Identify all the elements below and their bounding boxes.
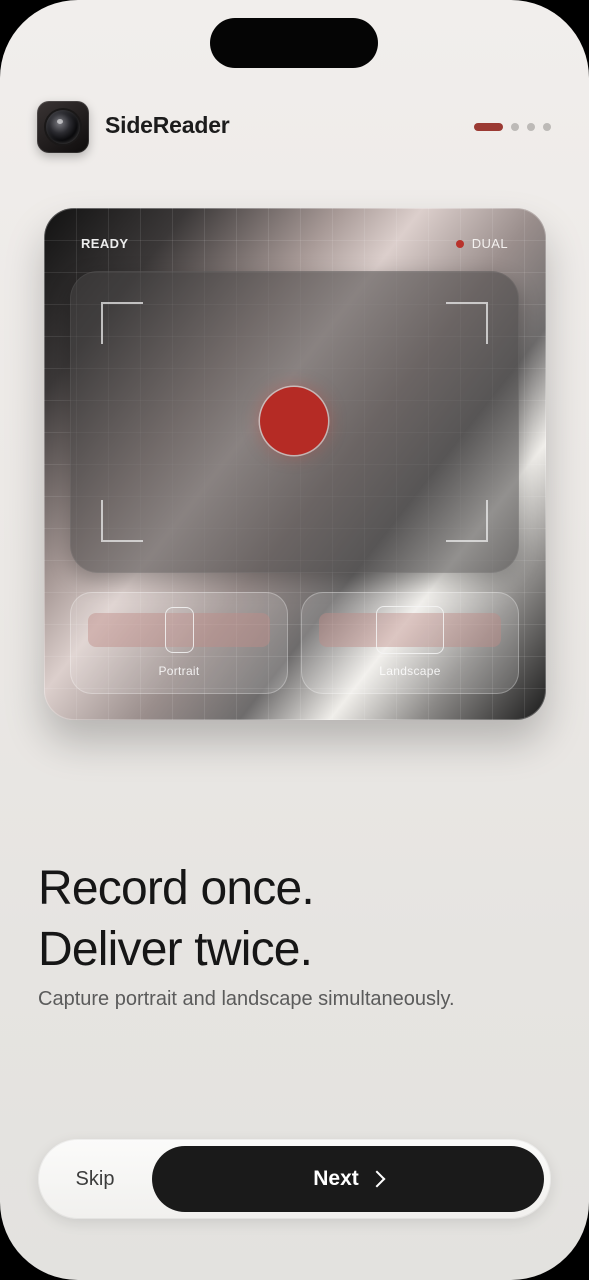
page-indicator-dot xyxy=(511,123,519,131)
headline-line-2: Deliver twice. xyxy=(38,923,313,976)
recording-dot-icon xyxy=(455,239,464,248)
focus-corner-top-left xyxy=(101,302,143,344)
onboarding-action-bar: Skip Next xyxy=(38,1139,551,1219)
app-name: SideReader xyxy=(105,112,230,138)
preview-status: READY xyxy=(81,236,129,251)
next-button[interactable]: Next xyxy=(152,1146,544,1212)
chevron-right-icon xyxy=(368,1170,386,1188)
mode-tile-landscape[interactable]: Landscape xyxy=(301,592,519,694)
dynamic-island xyxy=(210,18,378,68)
page-indicator-dot xyxy=(543,123,551,131)
mode-tile-portrait[interactable]: Portrait xyxy=(70,592,288,694)
next-button-label: Next xyxy=(313,1167,359,1190)
skip-button-label: Skip xyxy=(75,1167,115,1190)
camera-preview-card: READY DUAL Portrait Landscape xyxy=(44,208,546,720)
camera-lens-icon xyxy=(46,110,80,144)
app-icon xyxy=(37,101,89,153)
subtitle: Capture portrait and landscape simultane… xyxy=(38,988,455,1010)
page-indicator xyxy=(474,123,551,131)
record-button[interactable] xyxy=(260,387,328,455)
page-indicator-dot xyxy=(527,123,535,131)
portrait-frame-icon xyxy=(165,607,194,653)
focus-corner-bottom-right xyxy=(446,500,488,542)
focus-corner-bottom-left xyxy=(101,500,143,542)
headline: Record once. Deliver twice. xyxy=(38,858,315,980)
landscape-frame-icon xyxy=(376,606,444,654)
focus-corner-top-right xyxy=(446,302,488,344)
mode-label-landscape: Landscape xyxy=(379,664,441,678)
dual-badge-label: DUAL xyxy=(471,236,508,251)
mode-label-portrait: Portrait xyxy=(158,664,200,678)
phone-screen: SideReader READY DUAL Portrait Landscape… xyxy=(0,0,589,1280)
headline-line-1: Record once. xyxy=(38,862,315,915)
skip-button[interactable]: Skip xyxy=(38,1139,152,1219)
page-indicator-active xyxy=(474,123,503,131)
dual-badge: DUAL xyxy=(455,236,508,251)
viewfinder xyxy=(70,271,519,573)
